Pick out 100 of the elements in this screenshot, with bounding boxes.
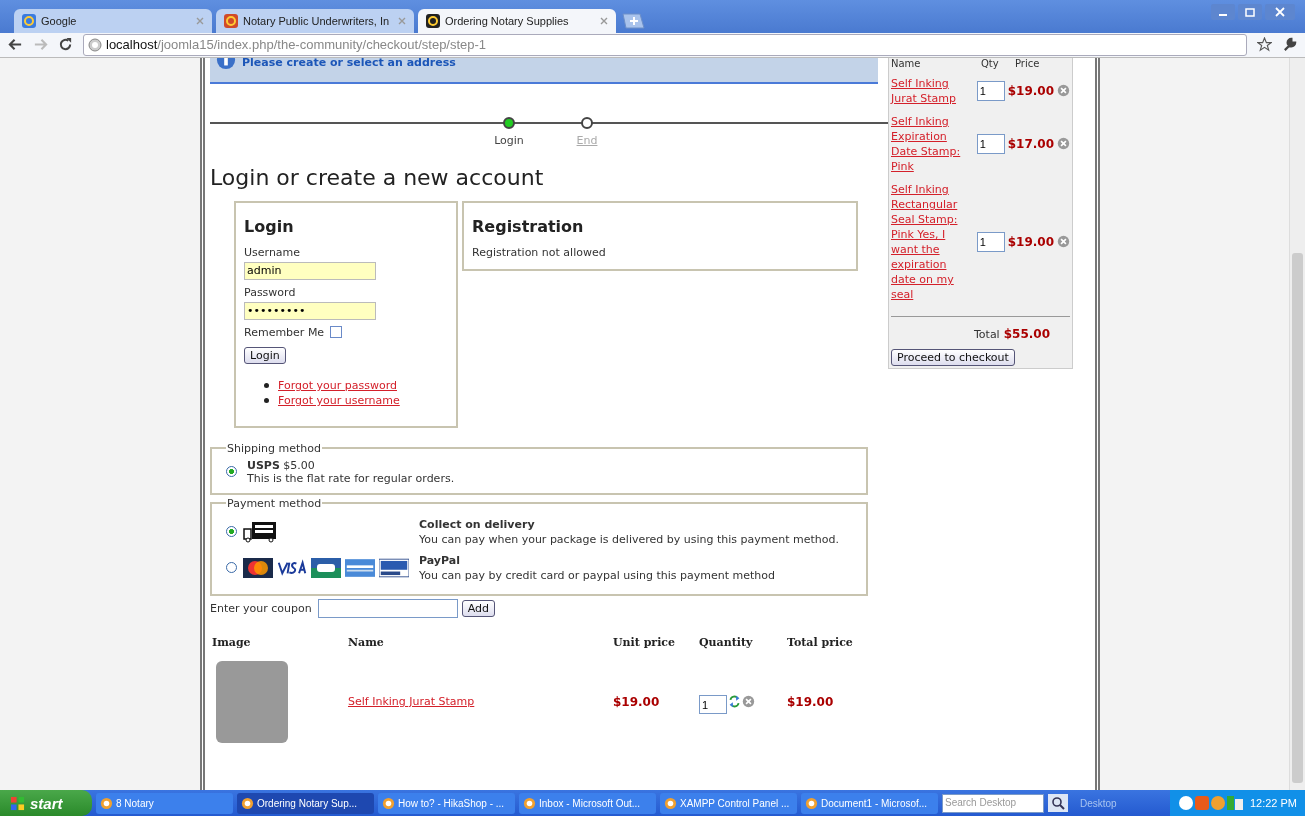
close-icon[interactable] [196,16,204,25]
page-heading: Login or create a new account [210,164,545,192]
tray-icons-drawing[interactable] [1177,795,1244,811]
shipping-description: This is the flat rate for regular orders. [247,471,455,485]
step-label: Login [494,133,524,147]
bookmark-star-icon[interactable] [1257,37,1272,53]
app-icon [241,796,254,810]
scrollbar[interactable] [1289,57,1305,790]
browser-tab[interactable]: Notary Public Underwriters, In [216,8,414,33]
card-logo-icon [345,557,375,578]
field-label: Username [244,245,302,259]
cart-item-link[interactable]: Self Inking Expiration Date Stamp: Pink [891,113,974,174]
cart-item-link[interactable]: Self Inking Jurat Stamp [891,75,974,106]
minimize-icon[interactable] [1211,4,1235,20]
payment-description: You can pay by credit card or paypal using this payment method [419,567,775,583]
shipping-price: $5.00 [283,458,315,472]
browser-tab[interactable]: Ordering Notary Supplies [418,8,616,33]
section-legend: Shipping method [226,441,322,455]
panel-title: Login [244,216,295,236]
card-logo-icon [311,557,341,578]
shipping-radio[interactable] [226,466,237,478]
total-label: Total [974,327,1000,341]
paypal-logo-icon [379,557,409,578]
shipping-name: USPS [247,458,280,472]
browser-tab[interactable]: Google [14,8,212,33]
item-price: $19.00 [1007,234,1054,249]
search-icon[interactable] [1048,794,1068,812]
taskbar-button[interactable]: 8 Notary [96,792,233,814]
unit-price: $19.00 [613,694,660,709]
taskbar-button[interactable]: XAMPP Control Panel ... [660,792,797,814]
cart-total: $55.00 [1003,326,1050,341]
panel-title: Registration [472,216,585,236]
remember-checkbox[interactable] [330,326,343,339]
column-header: Unit price [613,635,677,651]
registration-message: Registration not allowed [472,245,607,259]
favicon-icon [22,13,36,28]
bullet-icon [264,382,269,388]
back-arrow-icon[interactable] [8,37,23,53]
payment-description: You can pay when your package is delivered by using this payment method. [419,531,839,547]
checkout-button[interactable]: Proceed to checkout [891,348,1015,366]
close-icon[interactable] [398,16,406,25]
restore-icon[interactable] [1238,4,1262,20]
truck-icon [243,520,277,543]
coupon-field[interactable] [317,598,458,618]
remove-icon[interactable] [1057,137,1070,151]
product-link[interactable]: Self Inking Jurat Stamp [348,695,475,709]
remove-icon[interactable] [1057,235,1070,249]
password-field[interactable]: ••••••••• [244,301,376,320]
section-legend: Payment method [226,496,323,510]
quantity-field[interactable]: 1 [699,695,727,715]
card-logo-icon [277,557,307,578]
close-icon[interactable] [600,16,608,25]
remove-icon[interactable] [742,695,755,709]
mastercard-logo-icon [243,557,273,578]
app-icon [100,796,113,810]
close-icon[interactable] [1265,4,1295,20]
payment-name: PayPal [419,553,460,567]
refresh-icon[interactable] [728,695,741,709]
payment-radio[interactable] [226,526,237,538]
quantity-field[interactable]: 1 [976,231,1005,252]
clock: 12:22 PM [1249,797,1297,809]
globe-icon [88,37,102,52]
quantity-field[interactable]: 1 [976,133,1005,154]
new-tab-icon[interactable] [620,12,646,29]
taskbar-button[interactable]: Document1 - Microsof... [801,792,938,814]
field-label: Password [244,285,297,299]
scrollbar-thumb[interactable] [1292,252,1303,783]
payment-radio[interactable] [226,562,237,574]
column-header: Quantity [699,635,754,651]
bullet-icon [264,397,269,403]
forgot-link[interactable]: Forgot your password [278,378,397,392]
column-header: Name [891,57,922,71]
reload-icon[interactable] [58,37,73,53]
desktop-search-field[interactable]: Search Desktop [942,793,1044,813]
quantity-field[interactable]: 1 [976,80,1005,101]
item-price: $19.00 [1007,83,1054,98]
add-coupon-button[interactable]: Add [461,599,495,617]
app-icon [664,796,677,810]
windows-logo-icon [10,795,25,811]
column-header: Price [1015,57,1040,71]
total-price: $19.00 [787,694,834,709]
column-header: Total price [787,635,854,651]
remove-icon[interactable] [1057,84,1070,98]
taskbar-button[interactable]: How to? - HikaShop - ... [378,792,515,814]
favicon-icon [224,13,238,28]
start-button[interactable]: start [0,790,92,816]
wrench-icon[interactable] [1282,37,1297,53]
remember-label: Remember Me [244,325,325,339]
cart-item-link[interactable]: Self Inking Rectangular Seal Stamp: Pink Yes, I want the expiration date on my seal [891,181,974,302]
forgot-link[interactable]: Forgot your username [278,393,400,407]
taskbar-button[interactable]: Ordering Notary Sup... [237,792,374,814]
coupon-label: Enter your coupon [210,601,312,615]
taskbar-button[interactable]: Inbox - Microsoft Out... [519,792,656,814]
column-header: Image [212,635,252,651]
item-price: $17.00 [1007,136,1054,151]
login-button[interactable]: Login [244,346,286,364]
address-bar[interactable]: localhost/joomla15/index.php/the-community/checkout/step/step-1 [83,33,1247,56]
app-icon [382,796,395,810]
username-field[interactable]: admin [244,261,376,280]
app-icon [523,796,536,810]
